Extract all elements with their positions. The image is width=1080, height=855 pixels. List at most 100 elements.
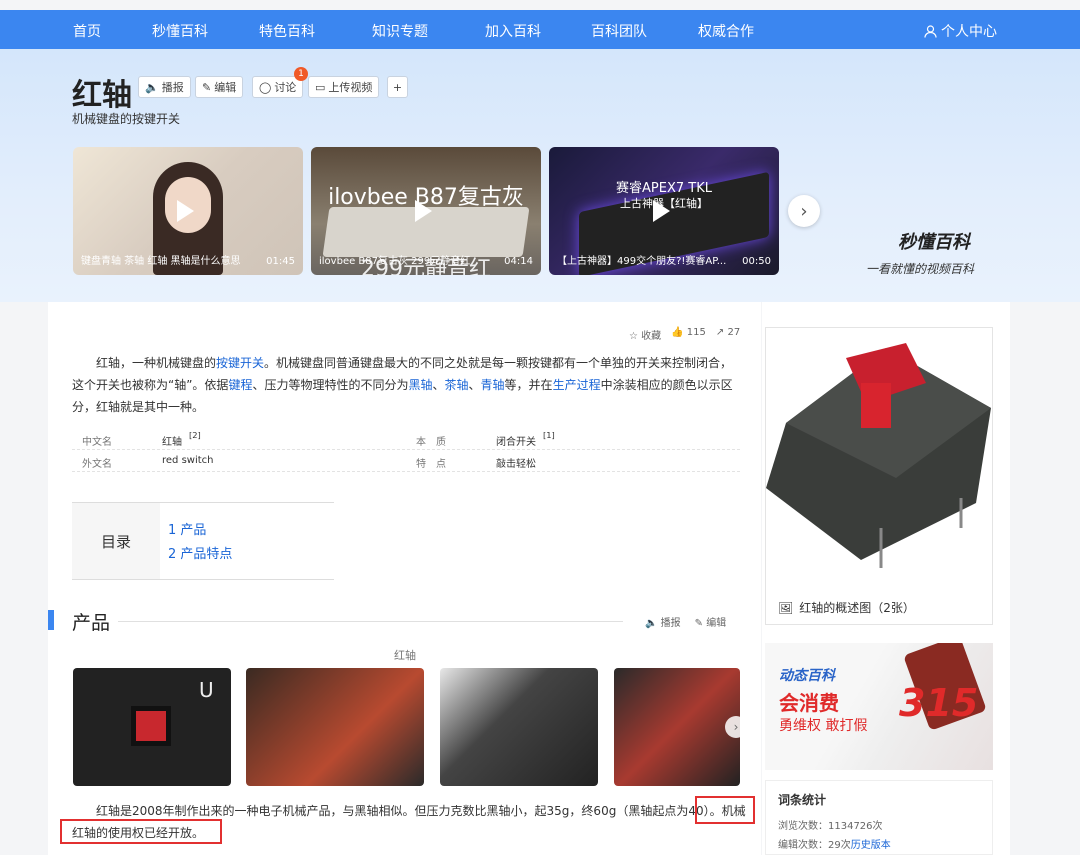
video-card-1[interactable]: 键盘青轴 茶轴 红轴 黑轴是什么意思 01:45 xyxy=(73,147,303,275)
gallery-image-3[interactable] xyxy=(440,668,598,786)
summary-picture-caption: 🖼 红轴的概述图（2张） xyxy=(778,599,915,616)
play-icon xyxy=(415,200,432,222)
citation-link[interactable]: [1] xyxy=(543,430,555,440)
info-value: 闭合开关 xyxy=(496,437,536,448)
toc-item[interactable]: 2 产品特点 xyxy=(168,543,232,562)
product-text: 红轴是2008年制作出来的一种电子机械产品，与黑轴相似。但压力克数比黑轴小，起3… xyxy=(96,804,710,818)
gallery-caption: 红轴 xyxy=(394,649,416,662)
pencil-icon: ✎ xyxy=(694,618,704,629)
speaker-icon: 🔈 xyxy=(645,618,658,629)
like-count: 115 xyxy=(686,327,706,338)
section-edit-button[interactable]: ✎ 编辑 xyxy=(695,614,727,629)
nav-join[interactable]: 加入百科 xyxy=(485,21,541,41)
video-camera-icon: ▭ xyxy=(315,80,326,94)
ad-line2: 勇维权 敢打假 xyxy=(779,718,868,734)
link-key-switch[interactable]: 按键开关 xyxy=(216,356,264,370)
toc-label: 目录 xyxy=(72,503,160,579)
chevron-right-icon: › xyxy=(733,720,739,734)
table-of-contents: 目录 1 产品 2 产品特点 xyxy=(72,502,334,580)
ad-banner[interactable]: 动态百科 会消费 勇维权 敢打假 315 xyxy=(765,643,993,770)
basic-info-table: 中文名 红轴 [2] 本 质 闭合开关 [1] 外文名 red switch 特… xyxy=(72,428,740,472)
video-caption: 【上古神器】499交个朋友?!赛睿AP... xyxy=(557,256,727,267)
link-brown-switch[interactable]: 茶轴 xyxy=(445,378,469,392)
ad-number: 315 xyxy=(899,681,979,725)
nav-tese[interactable]: 特色百科 xyxy=(259,21,315,41)
video-duration: 01:45 xyxy=(266,256,295,267)
upload-video-label: 上传视频 xyxy=(328,81,373,94)
views-line: 浏览次数：1134726次 xyxy=(778,817,883,832)
edits-label: 编辑次数： xyxy=(778,840,828,851)
image-gallery-icon: 🖼 xyxy=(778,600,794,615)
share-icon: ↗ xyxy=(715,327,725,338)
link-blue-switch[interactable]: 青轴 xyxy=(481,378,505,392)
upload-video-button[interactable]: ▭ 上传视频 xyxy=(308,76,380,98)
top-nav: 首页 秒懂百科 特色百科 知识专题 加入百科 百科团队 权威合作 个人中心 xyxy=(0,10,1080,49)
section-broadcast-label: 播报 xyxy=(660,618,681,629)
brand-logo: 秒懂百科 xyxy=(898,232,970,253)
nav-coop[interactable]: 权威合作 xyxy=(698,21,754,41)
gallery-image-1[interactable]: U xyxy=(73,668,231,786)
intro-text: 、 xyxy=(432,378,445,392)
basic-info-row: 中文名 红轴 [2] 本 质 闭合开关 [1] xyxy=(72,428,740,450)
share-button[interactable]: ↗ 27 xyxy=(716,327,740,342)
summary-picture[interactable]: 🖼 红轴的概述图（2张） xyxy=(765,327,993,625)
entry-stats: 词条统计 浏览次数：1134726次 编辑次数：29次历史版本 xyxy=(765,780,993,855)
link-black-switch[interactable]: 黑轴 xyxy=(408,378,432,392)
citation-link[interactable]: [2] xyxy=(189,430,201,440)
link-key-travel[interactable]: 键程 xyxy=(228,378,252,392)
video-next-button[interactable]: › xyxy=(788,195,820,227)
section-marker xyxy=(48,610,54,630)
user-icon xyxy=(924,24,937,38)
highlight-box xyxy=(60,819,222,844)
edit-label: 编辑 xyxy=(214,81,237,94)
edits-line: 编辑次数：29次历史版本 xyxy=(778,836,891,851)
history-link[interactable]: 历史版本 xyxy=(851,840,891,851)
brand-slogan: 一看就懂的视频百科 xyxy=(866,262,975,276)
gallery-image-2[interactable] xyxy=(246,668,424,786)
info-key: 特 点 xyxy=(416,459,446,470)
page-subtitle: 机械键盘的按键开关 xyxy=(72,112,181,126)
like-button[interactable]: 👍 115 xyxy=(671,327,706,342)
video-overlay-text: 赛睿APEX7 TKL xyxy=(616,181,712,196)
video-card-2[interactable]: ilovbee B87复古灰 299元静音红 ilovbee B87复古灰 29… xyxy=(311,147,541,275)
collect-label: 收藏 xyxy=(641,331,662,342)
broadcast-button[interactable]: 🔈 播报 xyxy=(138,76,191,98)
video-card-3[interactable]: 赛睿APEX7 TKL 上古神器【红轴】 【上古神器】499交个朋友?!赛睿AP… xyxy=(549,147,779,275)
share-count: 27 xyxy=(727,327,741,338)
nav-home[interactable]: 首页 xyxy=(73,21,101,41)
video-duration: 04:14 xyxy=(504,256,533,267)
add-button[interactable]: + xyxy=(387,76,408,98)
info-value: 敲击轻松 xyxy=(496,459,536,470)
red-switch-keycap xyxy=(131,706,171,746)
entry-actions: ☆ 收藏 👍 115 ↗ 27 xyxy=(629,327,740,342)
page-title: 红轴 xyxy=(72,78,132,113)
gallery-image-4[interactable] xyxy=(614,668,740,786)
intro-text: 、压力等物理特性的不同分为 xyxy=(252,378,409,392)
chevron-right-icon: › xyxy=(800,200,808,222)
info-key: 本 质 xyxy=(416,437,446,448)
nav-zhishi[interactable]: 知识专题 xyxy=(372,21,428,41)
switch-image xyxy=(766,343,991,568)
toc-item[interactable]: 1 产品 xyxy=(168,519,206,538)
nav-miaodong[interactable]: 秒懂百科 xyxy=(152,21,208,41)
user-center-link[interactable]: 个人中心 xyxy=(924,21,997,41)
ad-line1: 会消费 xyxy=(779,691,839,715)
collect-button[interactable]: ☆ 收藏 xyxy=(629,327,661,342)
section-broadcast-button[interactable]: 🔈 播报 xyxy=(645,614,681,629)
info-key: 外文名 xyxy=(82,459,112,470)
edits-count: 29次 xyxy=(828,840,851,851)
star-icon: ☆ xyxy=(629,331,638,342)
intro-text: 红轴，一种机械键盘的 xyxy=(96,356,217,370)
gallery-next-button[interactable]: › xyxy=(725,716,747,738)
section-tools: 🔈 播报 ✎ 编辑 xyxy=(645,614,726,629)
ad-title: 动态百科 xyxy=(779,668,835,684)
nav-team[interactable]: 百科团队 xyxy=(591,21,647,41)
key-u-glyph: U xyxy=(199,678,214,702)
broadcast-label: 播报 xyxy=(161,81,184,94)
plus-icon: + xyxy=(392,80,403,94)
link-production-process[interactable]: 生产过程 xyxy=(553,378,601,392)
section-title: 产品 xyxy=(72,612,111,634)
caption-text: 红轴的概述图（2张） xyxy=(799,601,915,615)
play-icon xyxy=(177,200,194,222)
edit-button[interactable]: ✎ 编辑 xyxy=(195,76,244,98)
